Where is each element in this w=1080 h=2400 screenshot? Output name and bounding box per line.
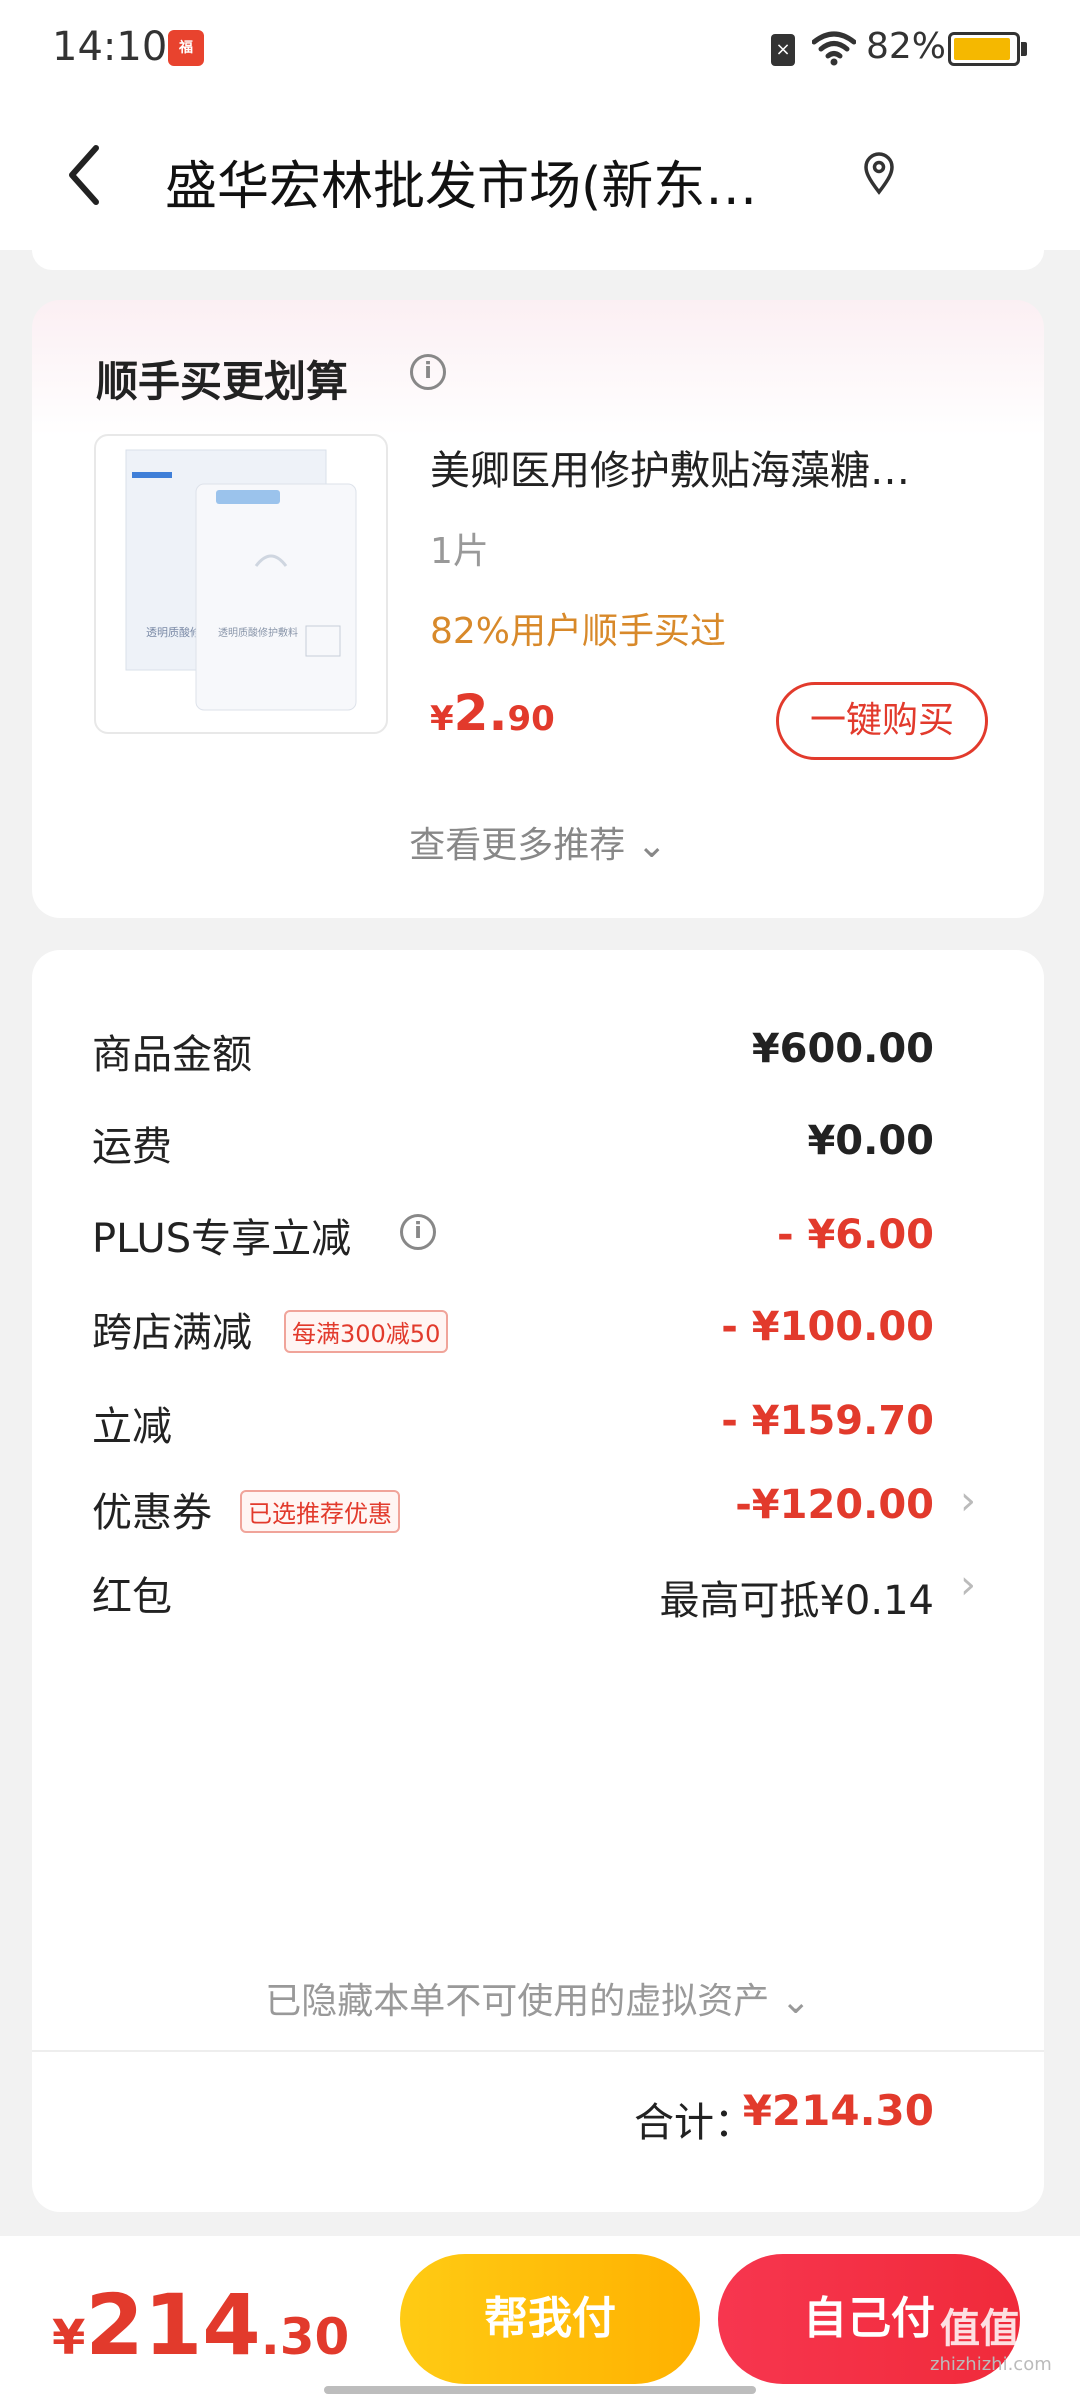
sim-icon: × [771,34,795,66]
pay-price-integer: 214 [85,2276,261,2374]
product-social-proof: 82%用户顺手买过 [430,611,727,652]
row-label-coupon[interactable]: 优惠券 [92,1480,212,1538]
row-label-shipping: 运费 [92,1124,172,1170]
row-value-plus-discount: - ¥6.00 [776,1212,934,1258]
wifi-icon [812,31,856,66]
page-title: 盛华宏林批发市场(新东… [165,157,758,217]
cross-store-tag: 每满300减50 [284,1310,449,1353]
plus-info-icon[interactable]: i [400,1214,436,1250]
mask-package-image: 透明质酸修 透明质酸修护敷料 [125,449,357,711]
row-value-red-packet[interactable]: 最高可抵¥0.14 [659,1568,934,1626]
product-price: ¥2.90 [430,684,555,742]
battery-icon [948,32,1020,66]
help-me-pay-button[interactable]: 帮我付 [400,2254,700,2384]
bottom-pay-bar: ¥214.30 帮我付 自己付 值值值 zhizhizhi.com [0,2236,1080,2400]
red-packet-chevron-icon[interactable]: › [960,1562,976,1608]
row-label-cross-store: 跨店满减 [92,1310,252,1356]
battery-tip [1021,42,1027,56]
row-label-plus-discount: PLUS专享立减 [92,1216,352,1262]
row-value-shipping: ¥0.00 [807,1118,934,1164]
watermark-url: zhizhizhi.com [930,2354,1052,2375]
total-value: ¥214.30 [742,2086,934,2135]
info-icon[interactable]: i [410,354,446,390]
previous-card-edge [32,250,1044,270]
watermark-logo: 值值值 [940,2306,1060,2352]
row-label-goods-amount: 商品金额 [92,1032,252,1078]
coupon-tag: 已选推荐优惠 [240,1490,400,1533]
summary-divider [32,2050,1044,2052]
recommend-title: 顺手买更划算 [96,357,349,406]
row-value-instant-discount: - ¥159.70 [721,1398,934,1444]
price-integer: 2. [453,684,508,742]
pay-price-decimal: .30 [260,2308,350,2366]
home-indicator[interactable] [324,2386,756,2394]
price-decimal: 90 [507,699,555,739]
product-name[interactable]: 美卿医用修护敷贴海藻糖… [430,438,1010,496]
row-value-coupon[interactable]: -¥120.00 [735,1482,934,1528]
location-pin-icon[interactable] [862,152,896,196]
page-header: 盛华宏林批发市场(新东… [0,100,1080,250]
product-spec: 1片 [430,531,489,572]
total-label: 合计： [634,2100,754,2146]
back-arrow-icon[interactable] [60,140,110,210]
status-time: 14:10 [52,24,168,70]
see-more-recommendations[interactable]: 查看更多推荐 ⌄ [32,816,1044,868]
one-click-buy-button[interactable]: 一键购买 [776,682,988,760]
svg-text:透明质酸修护敷料: 透明质酸修护敷料 [218,626,298,639]
coupon-chevron-icon[interactable]: › [960,1478,976,1524]
battery-percent: 82% [866,26,947,67]
price-symbol: ¥ [430,699,454,739]
row-value-goods-amount: ¥600.00 [751,1026,934,1072]
order-summary-card: 商品金额 ¥600.00 运费 ¥0.00 PLUS专享立减 i - ¥6.00… [32,950,1044,2212]
product-image[interactable]: 透明质酸修 透明质酸修护敷料 [94,434,388,734]
pay-price-symbol: ¥ [52,2310,86,2366]
app-notification-icon: 福 [168,30,204,66]
svg-text:透明质酸修: 透明质酸修 [146,625,201,639]
row-value-cross-store: - ¥100.00 [721,1304,934,1350]
status-bar: 14:10 福 × 82% [0,0,1080,100]
hidden-assets-toggle[interactable]: 已隐藏本单不可使用的虚拟资产 ⌄ [32,1972,1044,2024]
recommend-card: 顺手买更划算 i 透明质酸修 透明质酸修护敷料 美卿医用修护敷贴海藻糖… 1片 … [32,300,1044,918]
pay-total-price: ¥214.30 [52,2276,349,2374]
row-label-red-packet[interactable]: 红包 [92,1564,172,1622]
row-label-instant-discount: 立减 [92,1404,172,1450]
